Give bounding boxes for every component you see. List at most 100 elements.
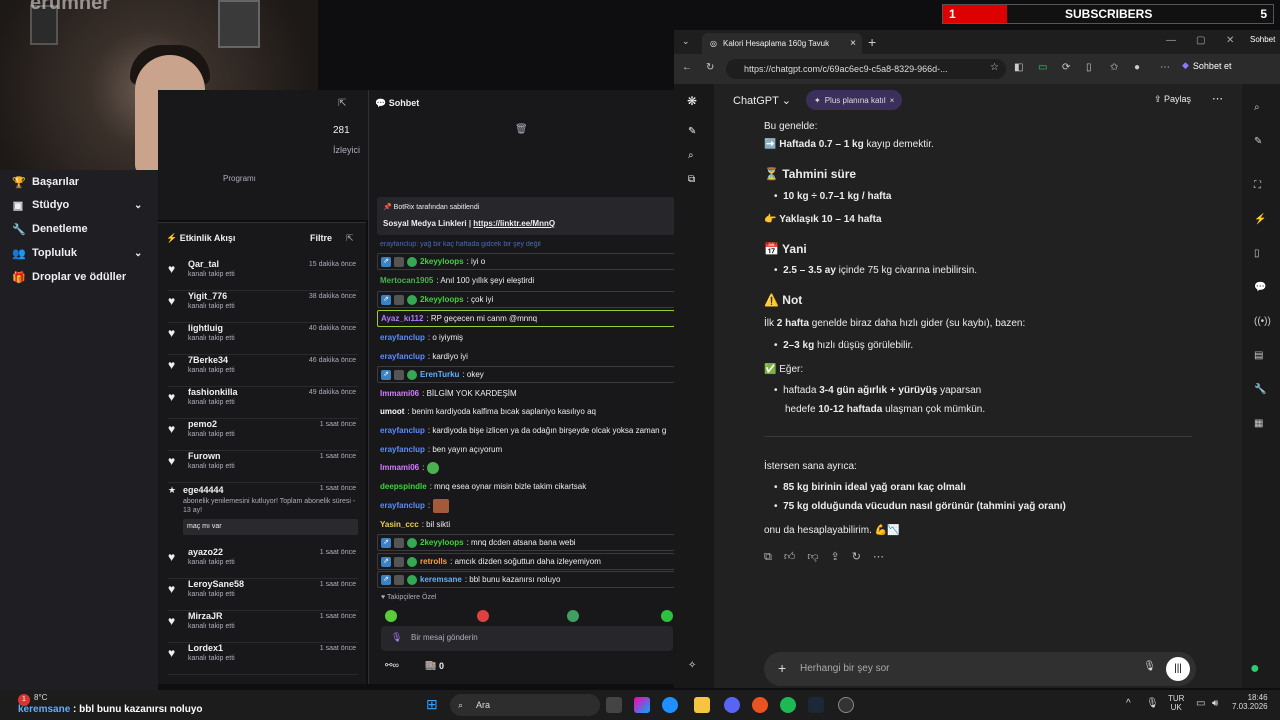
whatsapp-icon[interactable]: ● [1250,660,1260,678]
chat-username[interactable]: 2keyyloops [420,538,464,547]
activity-item[interactable]: ♥ pemo2 kanalı takip etti 1 saat önce [168,419,358,451]
regenerate-icon[interactable]: ↻ [852,550,861,565]
back-icon[interactable]: ← [682,62,692,73]
network-icon[interactable]: ▭ [1196,698,1205,709]
activity-item[interactable]: ♥ lightluig kanalı takip etti 40 dakika önc… [168,323,358,355]
mic-icon[interactable]: 🎙 [1146,698,1159,709]
chat-username[interactable]: erayfanclup [380,445,425,454]
broadcast-icon[interactable]: ((•)) [1254,316,1271,327]
table-icon[interactable]: ▦ [1254,418,1263,429]
activity-item[interactable]: ♥ Qar_tal kanalı takip etti 15 dakika önce [168,259,358,291]
nav-item-achievements[interactable]: 🏆 Başarılar [12,172,79,192]
language-indicator[interactable]: TUR UK [1168,694,1184,712]
phone-icon[interactable]: ▯ [1254,248,1260,259]
pinned-message[interactable]: 📌 BotRix tarafından sabitlendi Sosyal Me… [377,197,675,235]
mic-icon[interactable]: 🎙 [1143,661,1156,672]
browser-tab[interactable]: ◎ Kalori Hesaplama 160g Tavuk × [702,33,862,54]
brave-icon[interactable] [752,697,768,713]
chat-icon[interactable]: 💬 [1254,282,1266,293]
more-icon[interactable]: ⋯ [873,550,884,565]
activity-item[interactable]: ♥ Lordex1 kanalı takip etti 1 saat önce [168,643,358,675]
nav-item-drops[interactable]: 🎁 Droplar ve ödüller [12,267,126,287]
search-icon[interactable]: ⌕ [688,150,694,161]
chat-username[interactable]: 2keyyloops [420,295,464,304]
chat-username[interactable]: Immami06 [380,389,419,398]
file-explorer-icon[interactable] [694,697,710,713]
chat-username[interactable]: erayfanclup [380,426,425,435]
close-window-icon[interactable]: ✕ [1226,35,1234,46]
chat-username[interactable]: umoot [380,407,404,416]
openai-logo-icon[interactable]: ❋ [687,94,697,108]
extension-icon[interactable]: ⟳ [1062,62,1070,73]
nav-item-studio[interactable]: ▣ Stüdyo ⌄ [12,195,143,215]
chat-message[interactable]: erayfanclup: o iyiymiş [377,329,675,346]
chat-message[interactable]: Ayaz_kı112: RP geçecen mi canm @mnnq [377,310,675,327]
chat-message[interactable]: erayfanclup: [377,497,675,514]
emote-red[interactable] [477,610,489,622]
activity-item[interactable]: ♥ ayazo22 kanalı takip etti 1 saat önce [168,547,358,579]
thumbs-up-icon[interactable]: 👍︎ [784,550,796,565]
maximize-icon[interactable]: ▢ [1196,35,1205,46]
chat-message[interactable]: ⇗ ErenTurku: okey [377,366,675,383]
taskbar-search[interactable]: ⌕ Ara [450,694,600,716]
lightning-icon[interactable]: ⚡ [1254,214,1266,225]
copilot-button[interactable]: ◆ Sohbet et [1182,60,1231,71]
url-bar[interactable]: https://chatgpt.com/c/69ac6ec9-c5a8-8329… [726,59,1006,79]
more-options-icon[interactable]: ⋯ [1212,92,1223,105]
extension-icon[interactable]: ⛶ [1254,180,1261,191]
chat-message[interactable]: ⇗ 2keyyloops: mnq dcden atsana bana webi [377,534,675,551]
chat-input[interactable]: 🎙 Bir mesaj gönderin [381,626,673,651]
chat-message[interactable]: ⇗ keremsane: bbl bunu kazanırsı noluyo [377,571,675,588]
chevron-up-icon[interactable]: ^ [1126,698,1131,709]
battery-extension-icon[interactable]: ▭ [1038,62,1047,73]
chat-message[interactable]: ⇗ 2keyyloops: çok iyi [377,291,675,308]
chat-message[interactable]: ⇗ 2keyyloops: iyi o [377,253,675,270]
tab-list-icon[interactable]: ⌄ [682,36,690,47]
search-icon[interactable]: ⌕ [1254,102,1260,113]
close-tab-icon[interactable]: × [850,38,856,49]
new-tab-button[interactable]: + [868,34,876,50]
chat-username[interactable]: ErenTurku [420,370,459,379]
share-icon[interactable]: ⇪ [831,550,840,565]
refresh-icon[interactable]: ↻ [706,62,714,73]
resub-item[interactable]: ★ ege44444 1 saat önce abonelik yenileme… [168,483,358,543]
chat-message[interactable]: Yasin_ccc: bil sikti [377,516,675,533]
copilot-app-icon[interactable] [634,697,650,713]
new-chat-icon[interactable]: ✎ [688,126,696,137]
split-screen-icon[interactable]: ▯ [1086,62,1092,73]
chat-username[interactable]: Yasin_ccc [380,520,419,529]
chat-username[interactable]: deepspindle [380,482,427,491]
activity-item[interactable]: ♥ fashionkilla kanalı takip etti 49 dakika … [168,387,358,419]
channel-points-icon[interactable]: ⚯∞ [385,660,399,671]
activity-item[interactable]: ♥ Furown kanalı takip etti 1 saat önce [168,451,358,483]
profile-icon[interactable]: ● [1134,62,1140,73]
favorite-icon[interactable]: ☆ [990,62,999,73]
chat-username[interactable]: retrolls [420,557,447,566]
tools-icon[interactable]: 🔧 [1254,384,1266,395]
chat-message[interactable]: erayfanclup: kardiyoda bişe izlicen ya d… [377,422,675,439]
activity-filter-button[interactable]: Filtre [310,233,332,243]
activity-item[interactable]: ♥ Yigit_776 kanalı takip etti 38 dakika önc… [168,291,358,323]
nav-item-community[interactable]: 👥 Topluluk ⌄ [12,243,142,263]
windows-start-icon[interactable]: ⊞ [426,696,438,713]
spotify-icon[interactable] [780,697,796,713]
steam-icon[interactable] [808,697,824,713]
volume-icon[interactable]: 🔊︎ [1212,698,1218,709]
popout-icon[interactable]: ⇱ [338,98,346,109]
sparkle-icon[interactable]: ✧ [688,660,696,671]
share-button[interactable]: ⇪ Paylaş [1154,94,1191,105]
chat-username[interactable]: Mertocan1905 [380,276,433,285]
weather-widget[interactable]: 8°C [34,693,47,702]
emote-globe[interactable] [567,610,579,622]
attach-icon[interactable]: + [778,660,786,676]
discord-icon[interactable] [724,697,740,713]
chat-username[interactable]: keremsane [420,575,462,584]
chat-message[interactable]: umoot: benim kardiyoda kalfima bıcak sap… [377,403,675,420]
minimize-icon[interactable]: — [1166,35,1176,46]
thumbs-down-icon[interactable]: 👎︎ [807,550,818,565]
activity-item[interactable]: ♥ LeroySane58 kanalı takip etti 1 saat önce [168,579,358,611]
chat-username[interactable]: Ayaz_kı112 [381,314,423,323]
activity-item[interactable]: ♥ 7Berke34 kanalı takip etti 46 dakika önce [168,355,358,387]
chat-username[interactable]: erayfanclup [380,501,425,510]
chat-message[interactable]: erayfanclup: ben yayın açıyorum [377,441,675,458]
